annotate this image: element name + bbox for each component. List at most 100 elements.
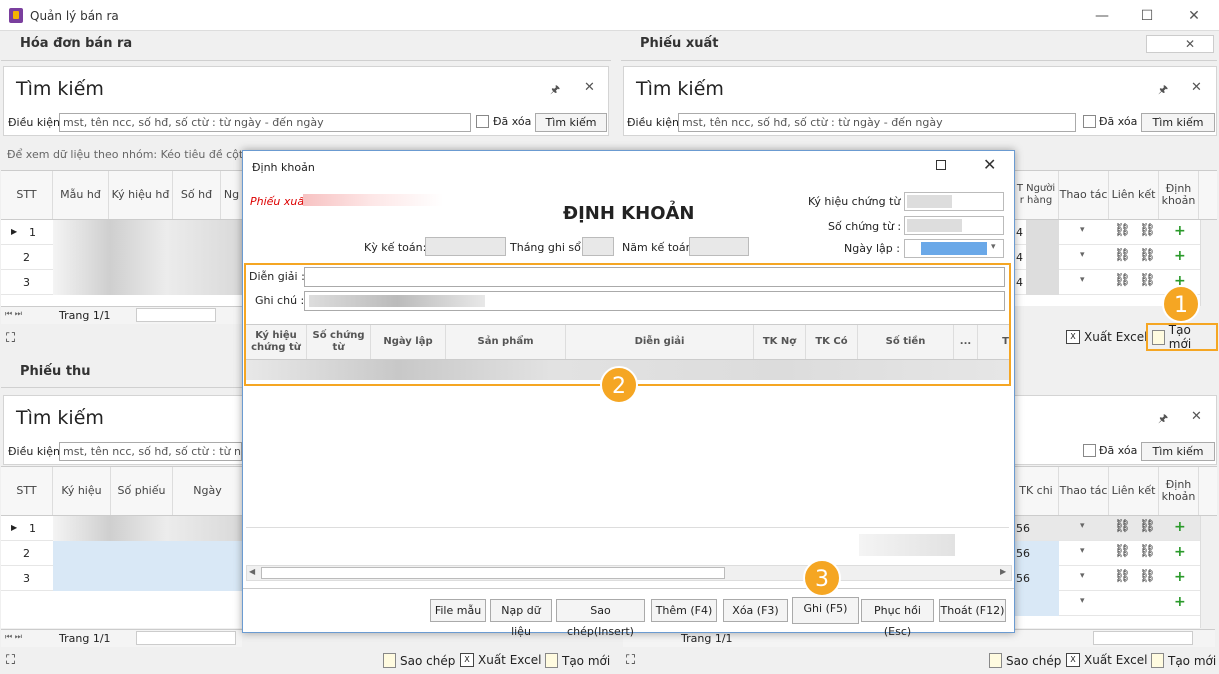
link-icon[interactable]: ⛓: [1114, 223, 1131, 238]
col-so-tien[interactable]: Số tiền: [858, 325, 954, 359]
table-row[interactable]: 2: [1, 245, 242, 270]
pin-icon[interactable]: 🖈: [1158, 81, 1168, 100]
col-t[interactable]: T: [978, 325, 1009, 359]
pin-icon[interactable]: 🖈: [550, 81, 560, 100]
close-dialog-button[interactable]: ✕: [983, 155, 996, 174]
nam-ke-toan-input[interactable]: [689, 237, 749, 256]
minimize-button[interactable]: —: [1084, 4, 1120, 28]
col-lien-ket[interactable]: Liên kết: [1109, 171, 1159, 219]
col-mau-hd[interactable]: Mẫu hđ: [53, 171, 109, 219]
ky-ke-toan-input[interactable]: [425, 237, 506, 256]
table-row[interactable]: 4 ▾ ⛓ ⛓ +: [1014, 245, 1200, 270]
thoat-button[interactable]: Thoát (F12): [939, 599, 1006, 622]
sao-chep-button[interactable]: Sao chép(Insert): [556, 599, 645, 638]
fit-icon[interactable]: ⛶: [6, 653, 15, 668]
h-scrollbar[interactable]: [136, 631, 236, 645]
search-input[interactable]: mst, tên ncc, số hđ, số ctừ : từ ngày - …: [678, 113, 1076, 132]
close-section-button[interactable]: ✕: [1146, 35, 1214, 53]
add-icon[interactable]: +: [1174, 248, 1186, 264]
h-scrollbar[interactable]: [136, 308, 216, 322]
export-excel-button[interactable]: X Xuất Excel: [1066, 330, 1148, 344]
table-row[interactable]: 56 ▾ ⛓ ⛓ +: [1014, 566, 1200, 591]
unlink-icon[interactable]: ⛓: [1139, 519, 1156, 534]
file-mau-button[interactable]: File mẫu: [430, 599, 486, 622]
table-row[interactable]: 56 ▾ ⛓ ⛓ +: [1014, 516, 1200, 541]
col-thao-tac[interactable]: Thao tác: [1059, 171, 1109, 219]
ghi-button[interactable]: Ghi (F5): [792, 597, 859, 624]
col-san-pham[interactable]: Sản phẩm: [446, 325, 566, 359]
table-row[interactable]: 4 ▾ ⛓ ⛓ +: [1014, 220, 1200, 245]
add-icon[interactable]: +: [1174, 544, 1186, 560]
phuc-hoi-button[interactable]: Phục hồi (Esc): [861, 599, 934, 638]
nap-du-lieu-button[interactable]: Nạp dữ liệu: [490, 599, 552, 638]
unlink-icon[interactable]: ⛓: [1139, 569, 1156, 584]
deleted-checkbox[interactable]: [476, 115, 489, 128]
unlink-icon[interactable]: ⛓: [1139, 248, 1156, 263]
search-input[interactable]: mst, tên ncc, số hđ, số ctừ : từ ngày - …: [59, 113, 471, 132]
scroll-thumb[interactable]: [261, 567, 725, 579]
xoa-button[interactable]: Xóa (F3): [723, 599, 788, 622]
unlink-icon[interactable]: ⛓: [1139, 544, 1156, 559]
thang-ghi-so-input[interactable]: [582, 237, 614, 256]
ghi-chu-input[interactable]: [304, 291, 1005, 311]
col-lien-ket[interactable]: Liên kết: [1109, 467, 1159, 515]
unlink-icon[interactable]: ⛓: [1139, 273, 1156, 288]
deleted-checkbox[interactable]: [1083, 444, 1096, 457]
dialog-h-scrollbar[interactable]: ◀ ▶: [246, 565, 1012, 581]
search-input[interactable]: mst, tên ncc, số hđ, số ctừ : từ ngày - …: [59, 442, 242, 461]
col-tk-co[interactable]: TK Có: [806, 325, 858, 359]
first-page-icon[interactable]: ⏮ ⏭: [5, 309, 22, 319]
add-icon[interactable]: +: [1174, 223, 1186, 239]
maximize-button[interactable]: ☐: [1129, 4, 1165, 28]
h-scrollbar[interactable]: [1093, 631, 1193, 645]
dropdown-icon[interactable]: ▾: [1080, 275, 1085, 285]
table-row[interactable]: ▶ 1: [1, 516, 242, 541]
v-scrollbar[interactable]: [1200, 516, 1216, 628]
scroll-right-icon[interactable]: ▶: [1000, 567, 1006, 576]
copy-button[interactable]: Sao chép: [989, 653, 1061, 668]
close-icon[interactable]: ✕: [1191, 409, 1202, 424]
col-stt[interactable]: STT: [1, 171, 53, 219]
col-more[interactable]: ...: [954, 325, 978, 359]
close-icon[interactable]: ✕: [1191, 80, 1202, 95]
col-nguoi-nhan[interactable]: T Người r hàng: [1014, 171, 1059, 219]
fit-icon[interactable]: ⛶: [6, 331, 15, 346]
link-icon[interactable]: ⛓: [1114, 273, 1131, 288]
dropdown-icon[interactable]: ▾: [1080, 546, 1085, 556]
col-ky-hieu-chung-tu[interactable]: Ký hiệu chứng từ: [246, 325, 307, 359]
so-chung-tu-input[interactable]: [904, 216, 1004, 235]
them-button[interactable]: Thêm (F4): [651, 599, 717, 622]
ngay-lap-picker[interactable]: ▾: [904, 239, 1004, 258]
table-row[interactable]: 3: [1, 270, 242, 295]
close-window-button[interactable]: ✕: [1176, 4, 1212, 28]
link-icon[interactable]: ⛓: [1114, 569, 1131, 584]
table-row[interactable]: 3: [1, 566, 242, 591]
col-dien-giai[interactable]: Diễn giải: [566, 325, 754, 359]
col-dinh-khoan[interactable]: Định khoản: [1159, 467, 1199, 515]
scroll-left-icon[interactable]: ◀: [249, 567, 255, 576]
link-icon[interactable]: ⛓: [1114, 519, 1131, 534]
dropdown-icon[interactable]: ▾: [1080, 521, 1085, 531]
link-icon[interactable]: ⛓: [1114, 248, 1131, 263]
ky-hieu-input[interactable]: [904, 192, 1004, 211]
col-tk-chi[interactable]: TK chi: [1014, 467, 1059, 515]
col-so-chung-tu[interactable]: Số chứng từ: [307, 325, 371, 359]
table-row[interactable]: ▾ +: [1014, 591, 1200, 616]
deleted-checkbox[interactable]: [1083, 115, 1096, 128]
add-icon[interactable]: +: [1174, 569, 1186, 585]
unlink-icon[interactable]: ⛓: [1139, 223, 1156, 238]
create-new-button[interactable]: Tạo mới: [1146, 323, 1218, 351]
search-button[interactable]: Tìm kiếm: [1141, 442, 1215, 461]
col-thao-tac[interactable]: Thao tác: [1059, 467, 1109, 515]
table-row[interactable]: ▶ 1: [1, 220, 242, 245]
copy-button[interactable]: Sao chép: [383, 653, 455, 668]
create-new-button[interactable]: Tạo mới: [545, 653, 610, 668]
search-button[interactable]: Tìm kiếm: [1141, 113, 1215, 132]
link-icon[interactable]: ⛓: [1114, 544, 1131, 559]
maximize-dialog-button[interactable]: [933, 157, 949, 173]
first-page-icon[interactable]: ⏮ ⏭: [5, 632, 22, 642]
col-tk-no[interactable]: TK Nợ: [754, 325, 806, 359]
add-icon[interactable]: +: [1174, 519, 1186, 535]
close-icon[interactable]: ✕: [584, 80, 595, 95]
col-ngay[interactable]: Ng: [221, 171, 242, 219]
